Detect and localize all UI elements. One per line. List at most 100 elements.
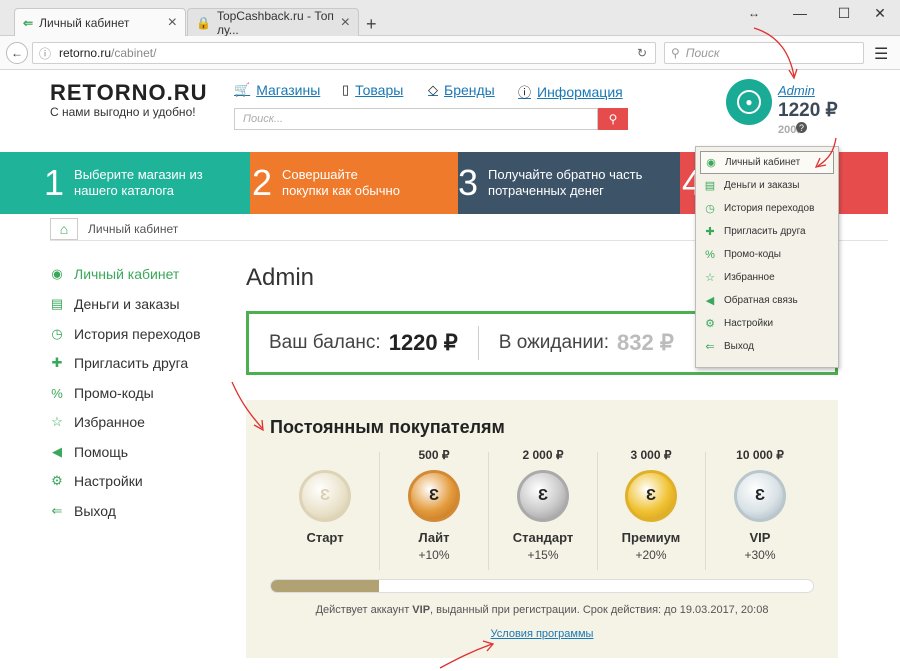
back-icon[interactable]: ← [6, 42, 28, 64]
search-icon: ⚲ [608, 112, 618, 126]
tab-title: TopCashback.ru - Топ лу... [216, 8, 334, 37]
sidebar-item-favorites[interactable]: ☆ Избранное [50, 414, 145, 430]
annotation-arrowhead-admin [788, 68, 798, 80]
percent-icon: % [705, 248, 715, 261]
info-icon[interactable]: ⓘ [39, 45, 51, 62]
balance-value: 1220 ₽ [388, 330, 458, 355]
dropdown-item-promo[interactable]: % Промо-коды [696, 243, 838, 266]
banner-step-3: 3 Получайте обратно часть потраченных де… [458, 152, 680, 214]
balance-label: Ваш баланс: [269, 332, 381, 353]
cart-icon: 🛒 [234, 82, 251, 97]
sidebar-item-money[interactable]: ▤ Деньги и заказы [50, 296, 180, 312]
user-circle-icon: ◉ [706, 157, 716, 169]
loyalty-title: Постоянным покупателям [270, 417, 505, 437]
site-logo[interactable]: RETORNO.RU [50, 80, 208, 106]
pending-label: В ожидании: [498, 332, 610, 353]
close-window-icon[interactable]: ✕ [860, 0, 900, 26]
divider [477, 326, 479, 360]
money-icon: ▤ [704, 180, 716, 192]
dropdown-item-cabinet[interactable]: ◉ Личный кабинет [700, 151, 834, 174]
sidebar-item-exit[interactable]: ⇐ Выход [50, 503, 116, 519]
clock-icon: ◷ [51, 326, 63, 341]
level-start: Ɛ Старт [271, 448, 379, 548]
user-circle-icon: ◉ [51, 266, 63, 281]
add-user-icon: ✚ [51, 355, 63, 370]
browser-search-input[interactable]: ⚲ Поиск [664, 42, 864, 64]
browser-tab-active[interactable]: ⇐ Личный кабинет × [14, 8, 186, 36]
maximize-icon[interactable]: ☐ [824, 0, 864, 26]
breadcrumb: Личный кабинет [88, 222, 179, 236]
sidebar-item-settings[interactable]: ⚙ Настройки [50, 473, 142, 489]
lock-favicon-icon: 🔒 [196, 15, 211, 30]
gear-icon: ⚙ [51, 473, 63, 488]
nav-link-stores[interactable]: 🛒 Магазины [234, 82, 320, 98]
level-light: 500 ₽ Ɛ Лайт +10% [380, 448, 488, 562]
info-icon: ⓘ [518, 85, 532, 100]
close-tab-icon[interactable]: × [341, 14, 350, 32]
money-icon: ▤ [50, 296, 64, 311]
dropdown-item-invite[interactable]: ✚ Пригласить друга [696, 220, 838, 243]
loyalty-progress-bar [270, 579, 814, 593]
url-bar[interactable]: ⓘ retorno.ru/cabinet/ ↻ [32, 42, 656, 64]
dropdown-item-money[interactable]: ▤ Деньги и заказы [696, 174, 838, 197]
url-domain: retorno.ru [59, 46, 112, 60]
sidebar-item-promo[interactable]: % Промо-коды [50, 385, 153, 401]
coin-start-icon: Ɛ [299, 470, 351, 522]
url-path: /cabinet/ [111, 46, 157, 60]
banner-step-1: 1 Выберите магазин из нашего каталога [0, 152, 250, 214]
pending-value: 832 ₽ [617, 330, 674, 355]
nav-link-info[interactable]: ⓘ Информация [518, 82, 623, 101]
dropdown-item-settings[interactable]: ⚙ Настройки [696, 312, 838, 335]
site-slogan: С нами выгодно и удобно! [50, 105, 196, 119]
progress-fill [271, 580, 380, 592]
exit-icon: ⇐ [705, 341, 715, 353]
clock-icon: ◷ [705, 203, 715, 215]
user-icon: ● [737, 90, 761, 114]
dropdown-item-exit[interactable]: ⇐ Выход [696, 335, 838, 358]
star-icon: ☆ [51, 414, 63, 429]
dropdown-item-history[interactable]: ◷ История переходов [696, 197, 838, 220]
percent-icon: % [51, 385, 63, 401]
coin-standard-icon: Ɛ [517, 470, 569, 522]
reload-icon[interactable]: ↻ [637, 46, 647, 60]
exit-icon: ⇐ [51, 503, 63, 518]
megaphone-icon: ◀ [705, 295, 715, 307]
user-dropdown-menu: ◉ Личный кабинет ▤ Деньги и заказы ◷ Истори… [695, 146, 839, 368]
bag-icon: ▯ [342, 82, 350, 97]
banner-step-2: 2 Совершайте покупки как обычно [250, 152, 458, 214]
sidebar-item-help[interactable]: ◀ Помощь [50, 444, 128, 460]
dropdown-item-feedback[interactable]: ◀ Обратная связь [696, 289, 838, 312]
sidebar-item-history[interactable]: ◷ История переходов [50, 326, 200, 342]
add-user-icon: ✚ [705, 226, 715, 238]
retorno-favicon-icon: ⇐ [23, 15, 34, 30]
level-vip: 10 000 ₽ Ɛ VIP +30% [706, 448, 814, 562]
nav-link-products[interactable]: ▯ Товары [342, 82, 403, 98]
page-title: Admin [246, 264, 315, 291]
coin-premium-icon: Ɛ [625, 470, 677, 522]
resize-icon: ↔ [748, 6, 760, 20]
star-icon: ☆ [705, 272, 715, 284]
level-premium: 3 000 ₽ Ɛ Премиум +20% [621, 448, 681, 562]
browser-tab-topcashback[interactable]: 🔒 TopCashback.ru - Топ лу... × [187, 8, 359, 37]
dropdown-item-favorites[interactable]: ☆ Избранное [696, 266, 838, 289]
sidebar-item-cabinet[interactable]: ◉ Личный кабинет [50, 266, 179, 282]
tab-title: Личный кабинет [39, 15, 130, 30]
new-tab-icon[interactable]: + [366, 14, 377, 35]
minimize-icon[interactable]: — [780, 0, 820, 26]
sidebar-item-invite[interactable]: ✚ Пригласить друга [50, 355, 189, 371]
user-balance: 1220 ₽ [778, 100, 838, 121]
megaphone-icon: ◀ [52, 444, 62, 459]
help-icon[interactable]: ? [796, 122, 807, 133]
menu-icon[interactable]: ☰ [874, 44, 888, 64]
browser-search-placeholder: Поиск [685, 46, 720, 60]
user-name-link[interactable]: Admin [778, 83, 815, 98]
terms-link[interactable]: Условия программы [246, 628, 838, 640]
nav-link-brands[interactable]: ◇ Бренды [428, 82, 495, 98]
site-search-input[interactable]: Поиск... [234, 108, 598, 130]
account-status-note: Действует аккаунт VIP, выданный при реги… [315, 604, 769, 616]
site-search-button[interactable]: ⚲ [598, 108, 628, 130]
avatar[interactable]: ● [726, 79, 772, 125]
breadcrumb-home-icon[interactable]: ⌂ [50, 218, 78, 240]
close-tab-icon[interactable]: × [168, 14, 177, 32]
search-icon: ⚲ [671, 46, 680, 60]
